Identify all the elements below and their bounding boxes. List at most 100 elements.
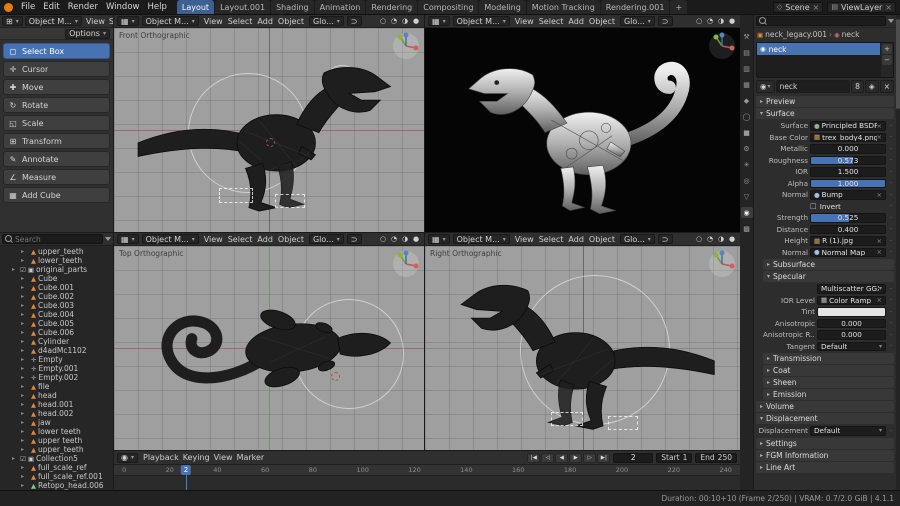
viewport-menu[interactable]: View [513, 235, 536, 244]
properties-tab-icon[interactable]: ◉ [741, 207, 753, 218]
expand-icon[interactable] [21, 347, 27, 354]
workspace-tab[interactable]: Animation [315, 0, 366, 14]
close-icon[interactable] [885, 3, 892, 12]
outliner-item[interactable]: ▲ Cube.005 [0, 319, 113, 328]
animate-dot[interactable] [888, 331, 894, 339]
outliner-item[interactable]: ▲ head.002 [0, 409, 113, 418]
panel-displacement[interactable]: Displacement [756, 413, 894, 424]
shading-mode-icon[interactable]: ◑ [400, 17, 410, 25]
property-widget[interactable]: 0.000 [810, 144, 886, 154]
property-widget[interactable]: 1.500 [810, 167, 886, 177]
tool-button[interactable]: ▦ Add Cube [3, 187, 110, 203]
outliner-item[interactable]: ▲ Cube.003 [0, 301, 113, 310]
panel-surface[interactable]: Surface [756, 108, 894, 119]
shading-mode-icon[interactable]: ◔ [705, 235, 715, 243]
expand-icon[interactable] [12, 455, 18, 462]
viewport-canvas[interactable]: Right Orthographic [425, 246, 740, 450]
viewport-canvas[interactable]: Front Orthographic [114, 28, 424, 232]
properties-tab-icon[interactable]: ■ [741, 127, 753, 138]
slot-add-remove-button[interactable]: − [882, 55, 892, 65]
browse-material-button[interactable]: ◉ [756, 80, 775, 93]
tool-button[interactable]: ◱ Scale [3, 115, 110, 131]
workspace-tab[interactable]: Layout [177, 0, 214, 14]
outliner-item[interactable]: ▲ Cube.006 [0, 328, 113, 337]
expand-icon[interactable] [21, 284, 27, 291]
shading-mode-icon[interactable]: ◔ [389, 17, 399, 25]
viewport-menu[interactable]: View [202, 17, 225, 26]
expand-icon[interactable] [21, 275, 27, 282]
tool-button[interactable]: ✎ Annotate [3, 151, 110, 167]
shading-mode-icon[interactable]: ● [727, 235, 737, 243]
workspace-tab[interactable]: Shading [271, 0, 314, 14]
viewport-menu[interactable]: Select [226, 235, 255, 244]
editor-type-icon[interactable]: ⊞ [2, 16, 23, 26]
outliner-item[interactable]: ▲ full_scale_ref [0, 463, 113, 472]
shading-mode-icon[interactable]: ◑ [716, 17, 726, 25]
viewport-menu[interactable]: Select [537, 235, 566, 244]
property-row[interactable]: Multiscatter GGX [763, 283, 894, 295]
property-widget[interactable]: ▦ trex_body4.png [810, 133, 886, 143]
panel-specular[interactable]: Specular [763, 271, 894, 282]
expand-icon[interactable] [21, 482, 27, 489]
transport-button[interactable]: ◀ [555, 453, 568, 463]
panel-volume[interactable]: Volume [756, 401, 894, 412]
properties-search[interactable] [756, 16, 886, 26]
viewport-menu[interactable]: View [513, 17, 536, 26]
fake-user-button[interactable]: ◈ [865, 80, 879, 93]
outliner-item[interactable]: ▲ file [0, 382, 113, 391]
property-row[interactable]: Surface ● Principled BSDF [756, 120, 894, 132]
properties-tab-icon[interactable]: ⚒ [741, 31, 753, 42]
viewport-menu[interactable]: View [84, 17, 107, 26]
property-widget[interactable]: Multiscatter GGX [817, 284, 886, 294]
animate-dot[interactable] [888, 133, 894, 141]
tool-button[interactable]: ⊞ Transform [3, 133, 110, 149]
expand-icon[interactable] [21, 356, 27, 363]
view-gizmo[interactable] [708, 32, 736, 60]
viewport-menu[interactable]: Add [255, 235, 275, 244]
animate-dot[interactable] [888, 285, 894, 293]
outliner-item[interactable]: ▲ Cylinder [0, 337, 113, 346]
view-gizmo[interactable] [708, 250, 736, 278]
animate-dot[interactable] [888, 342, 894, 350]
expand-icon[interactable] [21, 257, 27, 264]
property-widget[interactable]: Invert [810, 202, 886, 212]
property-row[interactable]: Roughness 0.573 [756, 155, 894, 167]
snap-icon[interactable]: ⊃ [658, 234, 673, 244]
expand-icon[interactable] [21, 410, 27, 417]
property-widget[interactable]: 1.000 [810, 179, 886, 189]
property-row[interactable]: Normal ● Normal Map [756, 247, 894, 259]
filter-icon[interactable] [105, 237, 111, 241]
editor-type-icon[interactable]: ◉ [117, 453, 138, 463]
panel-subsurface[interactable]: Subsurface [763, 259, 894, 270]
material-slot-selected[interactable]: ◉ neck [757, 43, 880, 55]
expand-icon[interactable] [21, 248, 27, 255]
animate-dot[interactable] [888, 427, 894, 435]
animate-dot[interactable] [888, 202, 894, 210]
tool-button[interactable]: ↻ Rotate [3, 97, 110, 113]
workspace-tab[interactable]: Rendering.001 [601, 0, 670, 14]
properties-tab-icon[interactable]: ▦ [741, 79, 753, 90]
property-widget[interactable]: 0.573 [810, 156, 886, 166]
workspace-tab[interactable]: Rendering [366, 0, 417, 14]
breadcrumb-object[interactable]: neck_legacy.001 [765, 30, 827, 39]
view-gizmo[interactable] [392, 32, 420, 60]
tool-button[interactable]: ✚ Move [3, 79, 110, 95]
transform-orientation[interactable]: Glo... [309, 16, 344, 26]
viewport-menu[interactable]: Add [255, 17, 275, 26]
property-widget[interactable]: 0.400 [810, 225, 886, 235]
editor-type-icon[interactable]: ▦ [428, 234, 450, 244]
property-row[interactable]: IOR Level ▦ Color Ramp [763, 295, 894, 307]
scrollbar-thumb[interactable] [896, 19, 900, 109]
menu-item[interactable]: Edit [39, 2, 63, 12]
transport-button[interactable]: ▷ [583, 453, 596, 463]
search-input[interactable] [15, 235, 100, 244]
expand-icon[interactable] [21, 428, 27, 435]
property-widget[interactable]: ● Bump [810, 190, 886, 200]
outliner-item[interactable]: ▲ upper teeth [0, 436, 113, 445]
options-dropdown[interactable]: Options [65, 29, 110, 39]
users-count-button[interactable]: 8 [851, 80, 864, 93]
panel-line-art[interactable]: Line Art [756, 462, 894, 473]
viewport-menu[interactable]: Object [587, 17, 617, 26]
property-row[interactable]: Tangent Default [763, 341, 894, 353]
panel-preview[interactable]: Preview [756, 96, 894, 107]
